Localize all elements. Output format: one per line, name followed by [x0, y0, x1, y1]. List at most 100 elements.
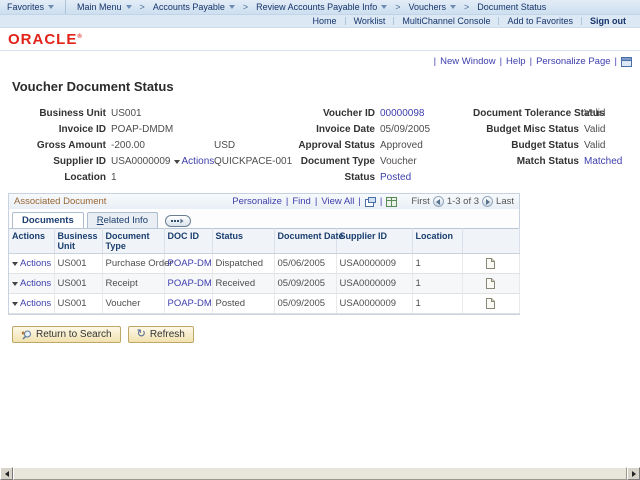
add-to-favorites-link[interactable]: Add to Favorites: [499, 16, 581, 26]
divider: |: [286, 196, 288, 207]
horizontal-scrollbar[interactable]: [0, 467, 640, 480]
new-window-link[interactable]: New Window: [440, 56, 495, 67]
row-range: 1-3 of 3: [447, 196, 479, 207]
first-label: First: [411, 196, 429, 207]
breadcrumb-separator: >: [242, 2, 249, 12]
utility-bar: Home Worklist MultiChannel Console Add t…: [0, 15, 640, 28]
business-unit-value: US001: [111, 108, 209, 119]
multichannel-console-link[interactable]: MultiChannel Console: [394, 16, 498, 26]
show-all-columns-icon[interactable]: [165, 215, 191, 227]
previous-row-button[interactable]: [433, 196, 444, 207]
approval-status-value: Approved: [380, 140, 468, 151]
match-status-label: Match Status: [473, 156, 579, 167]
help-link[interactable]: Help: [506, 56, 526, 67]
cell-location: 1: [412, 274, 462, 294]
location-value: 1: [111, 172, 209, 183]
favorites-label: Favorites: [7, 2, 44, 12]
breadcrumb-review-ap-info[interactable]: Review Accounts Payable Info: [249, 2, 394, 12]
invoice-date-value: 05/09/2005: [380, 124, 468, 135]
breadcrumb-separator: >: [463, 2, 470, 12]
breadcrumb-bar: Favorites Main Menu > Accounts Payable >…: [0, 0, 640, 15]
return-to-search-icon: [21, 330, 32, 340]
view-document-icon[interactable]: [486, 278, 495, 289]
business-unit-label: Business Unit: [10, 108, 106, 119]
worklist-link[interactable]: Worklist: [346, 16, 394, 26]
table-row: Actions US001 Purchase Order POAP-DM Dis…: [9, 254, 519, 274]
document-tolerance-status-label: Document Tolerance Status: [473, 108, 579, 119]
actions-dropdown-icon[interactable]: [12, 282, 18, 286]
cell-supplier-id: USA0000009: [336, 274, 412, 294]
voucher-key-fields: Business Unit US001 Voucher ID 00000098 …: [10, 108, 640, 183]
cell-status: Received: [212, 274, 274, 294]
scroll-left-button[interactable]: [0, 467, 13, 480]
view-document-icon[interactable]: [486, 298, 495, 309]
grid-tab-strip: Documents Related Info: [9, 209, 519, 228]
gross-amount-label: Gross Amount: [10, 140, 106, 151]
cell-business-unit: US001: [54, 294, 102, 314]
find-link[interactable]: Find: [292, 196, 310, 207]
col-header-supplier-id: Supplier ID: [336, 229, 412, 254]
last-label: Last: [496, 196, 514, 207]
logo-strip: ORACLE®: [0, 28, 640, 51]
status-link[interactable]: Posted: [380, 172, 468, 183]
doc-id-link[interactable]: POAP-DM: [168, 278, 212, 289]
refresh-button[interactable]: ↻ Refresh: [128, 326, 194, 343]
supplier-actions-link[interactable]: Actions: [182, 156, 215, 167]
table-row: Actions US001 Receipt POAP-DM Received 0…: [9, 274, 519, 294]
action-button-row: Return to Search ↻ Refresh: [12, 326, 640, 343]
registered-mark: ®: [77, 34, 82, 40]
actions-dropdown-icon[interactable]: [12, 302, 18, 306]
cell-location: 1: [412, 294, 462, 314]
tab-documents[interactable]: Documents: [12, 212, 84, 228]
cell-supplier-id: USA0000009: [336, 254, 412, 274]
breadcrumb-accounts-payable[interactable]: Accounts Payable: [146, 2, 242, 12]
download-grid-icon[interactable]: [386, 197, 397, 207]
http-icon[interactable]: [621, 57, 632, 67]
document-tolerance-status-value: Valid: [584, 108, 640, 119]
supplier-id-value: USA0000009Actions: [111, 156, 209, 167]
home-link[interactable]: Home: [305, 16, 345, 26]
breadcrumb-vouchers[interactable]: Vouchers: [401, 2, 463, 12]
doc-id-link[interactable]: POAP-DM: [168, 298, 212, 309]
favorites-menu[interactable]: Favorites: [0, 2, 61, 12]
row-actions-link[interactable]: Actions: [20, 278, 51, 289]
row-actions-link[interactable]: Actions: [20, 258, 51, 269]
view-document-icon[interactable]: [486, 258, 495, 269]
match-status-link[interactable]: Matched: [584, 156, 640, 167]
chevron-down-icon: [48, 5, 54, 9]
cell-business-unit: US001: [54, 254, 102, 274]
divider: |: [315, 196, 317, 207]
main-menu[interactable]: Main Menu: [70, 2, 139, 12]
tab-related-info[interactable]: Related Info: [87, 212, 158, 228]
arrow-left-icon: [436, 199, 440, 205]
actions-dropdown-icon[interactable]: [174, 160, 180, 164]
currency-code: USD: [214, 140, 282, 151]
breadcrumb-separator: >: [394, 2, 401, 12]
zoom-popup-icon[interactable]: [365, 197, 376, 207]
chevron-down-icon: [381, 5, 387, 9]
sign-out-link[interactable]: Sign out: [582, 16, 634, 26]
divider: |: [380, 196, 382, 207]
next-row-button[interactable]: [482, 196, 493, 207]
cell-business-unit: US001: [54, 274, 102, 294]
row-actions-link[interactable]: Actions: [20, 298, 51, 309]
scrollbar-thumb[interactable]: [13, 467, 627, 480]
col-header-document-date: Document Date: [274, 229, 336, 254]
cell-document-type: Receipt: [102, 274, 164, 294]
voucher-id-link[interactable]: 00000098: [380, 108, 468, 119]
doc-id-link[interactable]: POAP-DM: [168, 258, 212, 269]
personalize-link[interactable]: Personalize: [232, 196, 282, 207]
divider: |: [615, 56, 617, 67]
groupbox-header: Associated Document Personalize | Find |…: [9, 194, 519, 209]
divider: |: [500, 56, 502, 67]
groupbox-title: Associated Document: [14, 196, 106, 207]
view-all-link[interactable]: View All: [321, 196, 354, 207]
return-to-search-button[interactable]: Return to Search: [12, 326, 121, 343]
scroll-right-button[interactable]: [627, 467, 640, 480]
page-title: Voucher Document Status: [12, 79, 640, 94]
breadcrumb-label: Vouchers: [408, 2, 446, 12]
cell-location: 1: [412, 254, 462, 274]
cell-document-date: 05/09/2005: [274, 294, 336, 314]
actions-dropdown-icon[interactable]: [12, 262, 18, 266]
personalize-page-link[interactable]: Personalize Page: [536, 56, 610, 67]
